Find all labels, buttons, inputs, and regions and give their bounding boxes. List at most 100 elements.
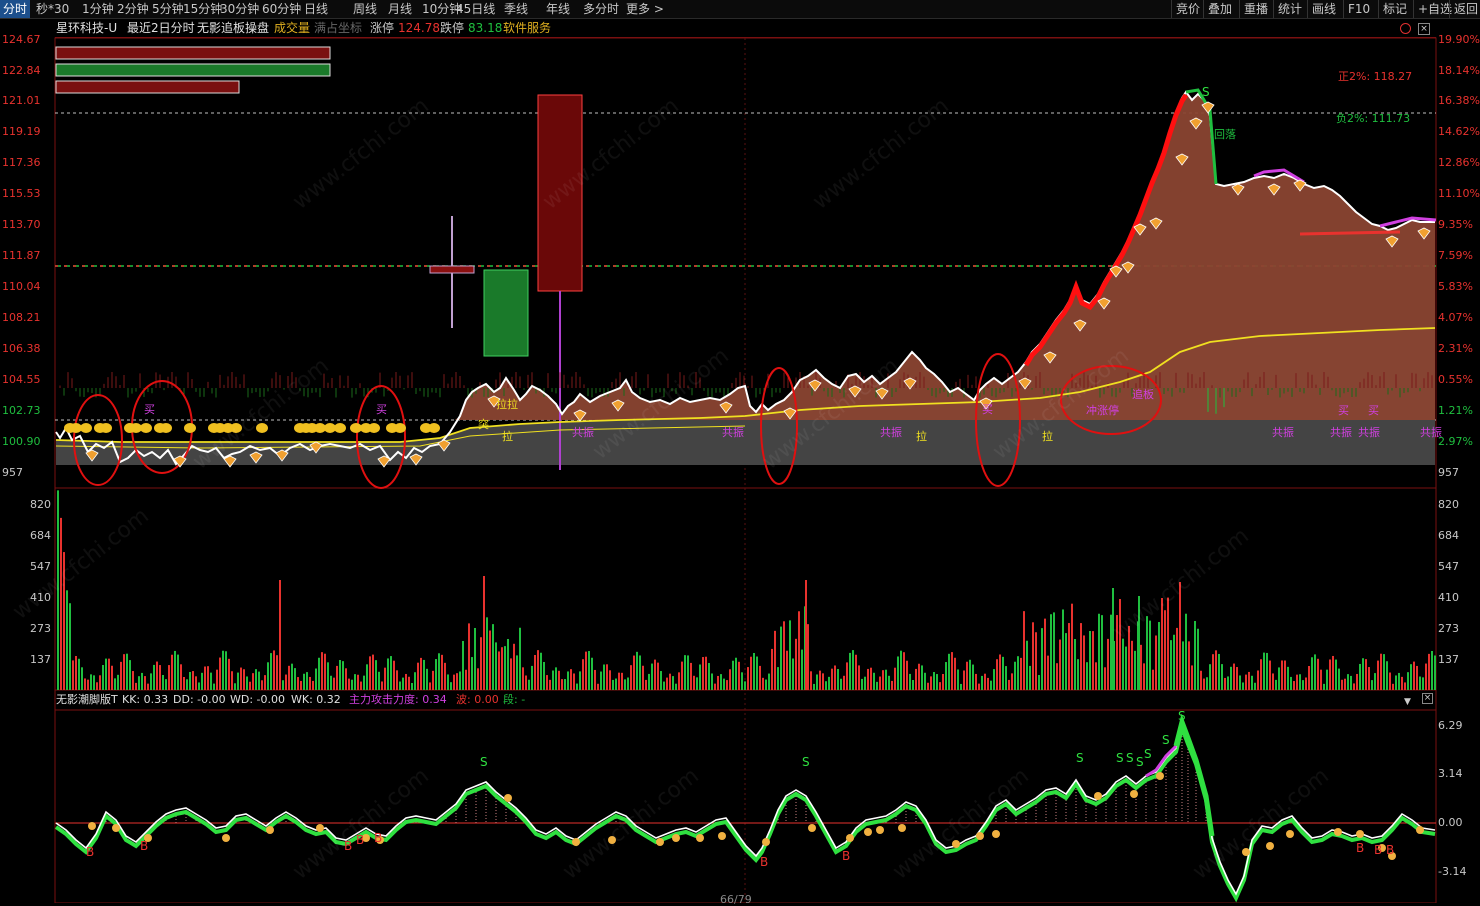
volume-bar <box>1032 622 1034 690</box>
volume-bar <box>786 650 788 690</box>
volume-bar <box>765 679 767 690</box>
volume-bar <box>927 682 929 690</box>
volume-tick-right: 137 <box>1438 653 1459 666</box>
chart-annotation: 正2%: 118.27 <box>1338 70 1412 83</box>
volume-bar <box>909 673 911 690</box>
volume-bar <box>1290 676 1292 690</box>
volume-bar <box>1323 683 1325 690</box>
volume-bar <box>330 675 332 690</box>
heart-icon <box>428 423 440 433</box>
chart-annotation: 共振 <box>1272 425 1294 439</box>
volume-bar <box>507 638 509 690</box>
dropdown-icon[interactable]: ▼ <box>1404 694 1411 710</box>
close-indicator-icon[interactable]: × <box>1422 693 1433 704</box>
volume-bar <box>1158 622 1160 690</box>
volume-bar <box>426 668 428 690</box>
volume-bar <box>384 667 386 690</box>
volume-bar <box>648 673 650 690</box>
watermark: www.cfchi.com <box>558 763 703 884</box>
volume-bar <box>741 672 743 690</box>
volume-bar <box>534 654 536 690</box>
volume-bar <box>684 655 686 690</box>
volume-bar <box>120 661 122 690</box>
volume-bar <box>429 682 431 690</box>
volume-bar <box>1083 635 1085 690</box>
volume-bar <box>708 663 710 690</box>
volume-bar <box>1398 672 1400 690</box>
volume-bar <box>363 675 365 690</box>
volume-bar <box>771 648 773 690</box>
volume-bar <box>450 682 452 690</box>
volume-bar <box>1239 675 1241 690</box>
volume-bar <box>192 671 194 690</box>
volume-bar <box>171 654 173 690</box>
volume-bar <box>420 657 422 690</box>
volume-bar <box>72 660 74 690</box>
volume-bar <box>1197 628 1199 690</box>
volume-bar <box>1041 628 1043 690</box>
volume-tick-left: 137 <box>30 653 51 666</box>
volume-bar <box>345 668 347 690</box>
price-tick-left: 122.84 <box>2 64 41 77</box>
indicator-dot-icon <box>696 834 704 842</box>
volume-bar <box>1389 672 1391 690</box>
volume-bar <box>1005 666 1007 690</box>
volume-bar <box>1233 663 1235 690</box>
volume-bar <box>1047 655 1049 690</box>
watermark: www.cfchi.com <box>288 763 433 884</box>
price-tick-left: 124.67 <box>2 33 41 46</box>
volume-bar <box>849 652 851 690</box>
volume-bar <box>1350 675 1352 690</box>
volume-bar <box>567 671 569 690</box>
volume-bar <box>291 663 293 690</box>
heart-icon <box>80 423 92 433</box>
volume-bar <box>465 669 467 690</box>
volume-bar <box>1371 680 1373 690</box>
volume-bar <box>573 673 575 690</box>
volume-bar <box>366 664 368 690</box>
volume-bar <box>1422 677 1424 690</box>
indicator-dot-icon <box>572 838 580 846</box>
volume-bar <box>609 670 611 690</box>
volume-bar <box>1077 659 1079 690</box>
volume-tick-right: 684 <box>1438 529 1459 542</box>
chart-annotation: B <box>140 839 148 853</box>
volume-bar <box>1383 654 1385 690</box>
volume-bar <box>435 659 437 690</box>
volume-bar-spike <box>279 580 281 690</box>
volume-bar <box>978 683 980 690</box>
volume-bar <box>591 657 593 690</box>
volume-bar <box>513 643 515 690</box>
volume-bar <box>219 657 221 690</box>
volume-bar <box>132 671 134 690</box>
volume-bar <box>1293 681 1295 690</box>
chart-annotation: S <box>1162 733 1170 747</box>
volume-bar <box>744 681 746 690</box>
volume-bar <box>90 674 92 690</box>
volume-bar <box>1173 634 1175 690</box>
volume-bar <box>828 676 830 690</box>
volume-bar <box>642 665 644 690</box>
volume-bar <box>99 675 101 690</box>
volume-bar <box>576 683 578 690</box>
volume-bar <box>1257 670 1259 690</box>
volume-bar <box>720 674 722 690</box>
price-area <box>455 92 1435 420</box>
volume-bar <box>1404 682 1406 690</box>
volume-bar <box>87 679 89 690</box>
volume-bar <box>651 663 653 690</box>
volume-bars <box>57 490 1436 690</box>
volume-bar <box>1185 613 1187 690</box>
indicator-title[interactable]: 无影潮脚版T <box>56 694 118 706</box>
volume-bar <box>630 665 632 690</box>
dd-value: DD: -0.00 <box>173 693 226 706</box>
volume-bar <box>1065 633 1067 690</box>
volume-bar <box>1266 652 1268 690</box>
volume-bar <box>1095 662 1097 690</box>
volume-bar <box>216 669 218 690</box>
percent-tick-right: 2.97% <box>1438 435 1473 448</box>
volume-bar <box>1302 680 1304 690</box>
chart-annotation: 拉拉 <box>496 397 518 411</box>
volume-bar <box>66 590 68 690</box>
indicator-dot-icon <box>718 832 726 840</box>
